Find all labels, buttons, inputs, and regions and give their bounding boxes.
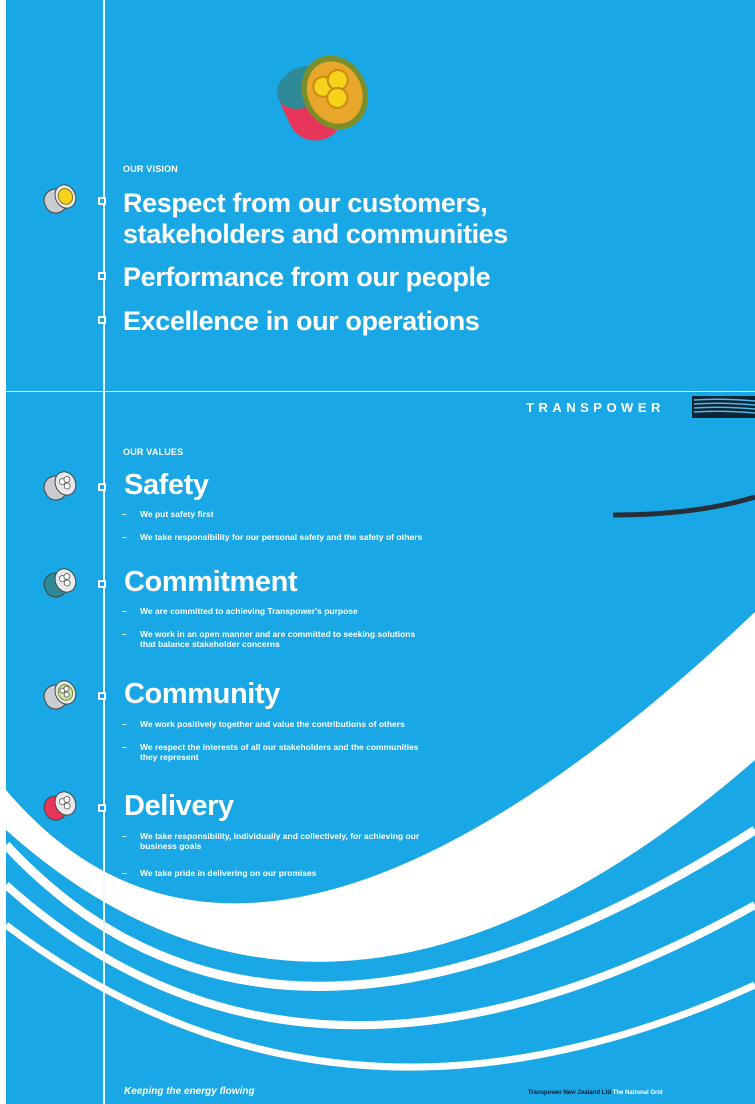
dark-curve: [612, 494, 755, 518]
vision-item-excellence: Excellence in our operations: [123, 306, 480, 336]
cable-green-icon: [43, 680, 77, 710]
commitment-point-1: – We are committed to achieving Transpowe…: [122, 606, 358, 616]
value-bullet-delivery: [98, 804, 106, 812]
footer-company-name: Transpower New Zealand Ltd: [528, 1090, 612, 1096]
safety-point-1: – We put safety first: [122, 509, 214, 519]
vision-item-respect-line1: Respect from our customers,: [123, 188, 488, 218]
value-title-safety: Safety: [124, 469, 209, 501]
poster: OUR VISION Respect from our customers, s…: [6, 0, 755, 1104]
cable-yellow-icon: [43, 184, 77, 214]
delivery-point-2: – We take pride in delivering on our prom…: [122, 868, 317, 878]
community-point-2: – We respect the interests of all our sta…: [122, 742, 419, 762]
vertical-rule: [103, 0, 105, 1104]
cable-emblem-icon: [276, 55, 368, 141]
value-title-community: Community: [124, 678, 280, 710]
values-label: OUR VALUES: [123, 447, 184, 457]
commitment-point-2: – We work in an open manner and are commi…: [122, 629, 416, 649]
vision-bullet-2: [98, 272, 106, 280]
horizontal-rule: [6, 391, 755, 392]
vision-item-performance: Performance from our people: [123, 262, 491, 292]
value-bullet-commitment: [98, 580, 106, 588]
footer-company: Transpower New Zealand Ltd The National …: [528, 1090, 663, 1096]
safety-point-2: – We take responsibility for our personal…: [122, 532, 423, 542]
vision-label: OUR VISION: [123, 164, 179, 174]
sweeping-arcs-decoration: [6, 494, 755, 1071]
cable-teal-icon: [43, 568, 77, 598]
cable-grey-icon: [43, 471, 77, 501]
cable-red-icon: [43, 791, 77, 821]
transpower-wordmark: TRANSPOWER: [526, 400, 665, 415]
footer-grid-name: The National Grid: [612, 1090, 663, 1096]
value-title-commitment: Commitment: [124, 566, 298, 598]
vision-bullet-1: [98, 197, 106, 205]
transpower-logo-stripes-icon: [692, 396, 755, 418]
footer-tagline: Keeping the energy flowing: [124, 1086, 255, 1097]
delivery-point-1: – We take responsibility, individually an…: [122, 831, 420, 851]
arc-wide: [6, 612, 755, 962]
vision-bullet-3: [98, 316, 106, 324]
value-bullet-community: [98, 692, 106, 700]
vision-item-respect-line2: stakeholders and communities: [123, 219, 508, 249]
community-point-1: – We work positively together and value t…: [122, 719, 405, 729]
value-bullet-safety: [98, 483, 106, 491]
value-title-delivery: Delivery: [124, 790, 234, 822]
page: OUR VISION Respect from our customers, s…: [0, 0, 755, 1104]
